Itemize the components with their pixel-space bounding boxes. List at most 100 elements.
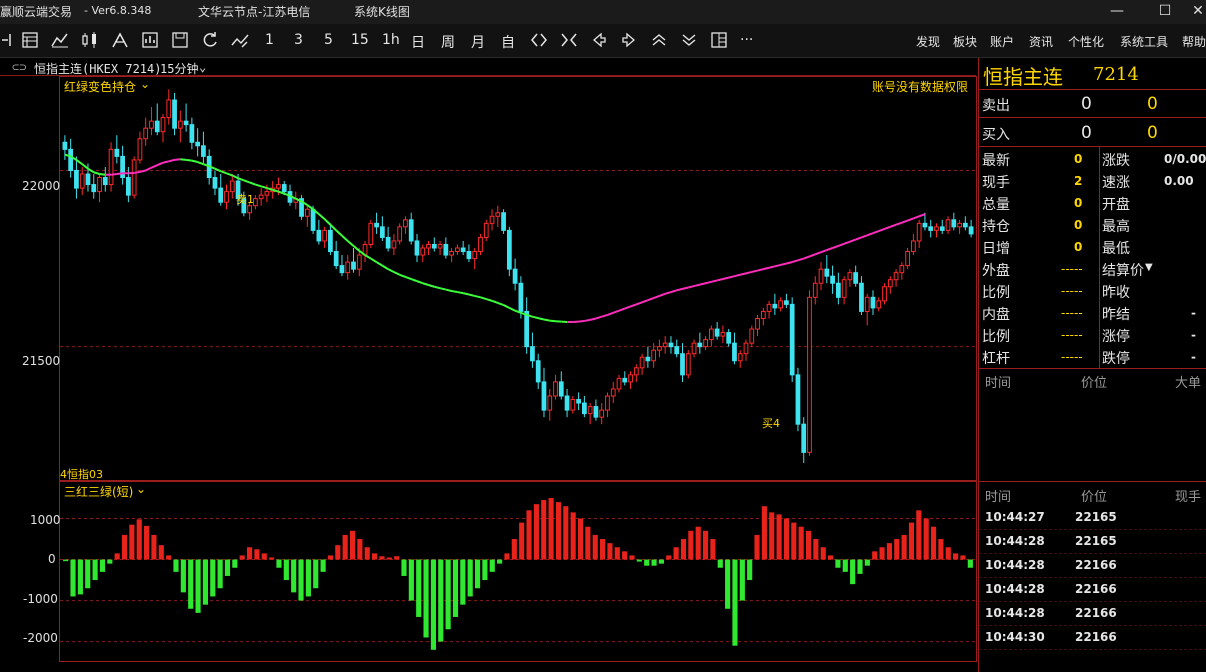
candle-body [108, 148, 114, 186]
histogram-bar [747, 559, 753, 581]
candle-body [339, 265, 345, 274]
menu-personalize[interactable]: 个性化 [1068, 33, 1104, 50]
ma-segment [901, 219, 908, 224]
histogram-bar [474, 559, 481, 589]
sell-volume: 0 [1147, 94, 1158, 114]
candle-body [939, 226, 945, 231]
histogram-bar [121, 534, 128, 560]
ma-segment [410, 278, 418, 283]
candle-body [218, 187, 224, 203]
ma-segment [838, 242, 845, 247]
candle-body [685, 353, 691, 376]
tick-time: 10:44:30 [985, 630, 1045, 644]
candle-body [131, 159, 137, 196]
ma-segment [861, 234, 868, 239]
candle-body [657, 346, 662, 351]
menu-system-tools[interactable]: 系统工具 [1120, 33, 1168, 50]
buy-label: 买入 [982, 127, 1010, 143]
candle-body [807, 296, 812, 453]
buy-signal: 买4 [762, 417, 780, 430]
histogram-bar [658, 559, 664, 564]
ma-segment [878, 228, 885, 233]
candle-body [962, 222, 968, 228]
quote-value: 0/0.00 [1164, 152, 1206, 166]
maximize-button[interactable]: ☐ [1148, 1, 1182, 23]
ma-segment [249, 181, 256, 186]
ticks-header-volume: 现手 [1175, 490, 1202, 505]
menu-help[interactable]: 帮助 [1182, 33, 1206, 50]
candle-body [795, 374, 801, 425]
candle-body [541, 381, 547, 411]
close-button[interactable]: ✕ [1190, 1, 1206, 23]
ma-segment [549, 319, 556, 323]
candle-body [835, 282, 841, 298]
ma-segment [734, 273, 741, 278]
y-tick-label: 0 [48, 552, 56, 566]
candle-body [576, 399, 581, 404]
y-tick-label: 21500 [22, 354, 61, 368]
histogram-bar [805, 530, 812, 560]
quote-label: 涨停 [1102, 329, 1130, 345]
candle-body [945, 219, 951, 231]
candle-body [957, 222, 962, 228]
candle-body [201, 145, 206, 157]
histogram-bar [239, 555, 245, 560]
chart-canvas[interactable] [0, 0, 976, 672]
ma-segment [791, 259, 799, 264]
main-indicator-dropdown-icon[interactable]: ⌄ [140, 77, 150, 91]
sub-indicator-name[interactable]: 三红三绿(短) [64, 483, 133, 500]
ma-segment [329, 224, 337, 232]
ma-segment [918, 213, 926, 218]
ma-segment [434, 285, 441, 290]
candle-body [789, 303, 795, 376]
histogram-bar [364, 547, 370, 560]
ticks-header-price: 价位 [1081, 490, 1108, 505]
candle-body [905, 251, 910, 267]
candle-body [449, 251, 454, 256]
settlement-dropdown-icon[interactable]: ▼ [1145, 262, 1153, 273]
candle-body [478, 236, 483, 253]
histogram-bar [548, 498, 554, 560]
histogram-bar [828, 555, 834, 560]
ma-segment [757, 268, 764, 272]
candle-body [708, 328, 714, 341]
histogram-bar [835, 559, 841, 568]
ma-segment [595, 315, 602, 320]
quote-panel: 恒指主连 7214 卖出 0 0 买入 0 0 最新 0 现手 2 总量 0 持仓 0 日增 0 外… [978, 58, 1206, 672]
quote-label: 杠杆 [982, 351, 1010, 367]
histogram-bar [85, 559, 91, 589]
histogram-bar [379, 556, 385, 560]
ma-segment [913, 215, 920, 220]
menu-news[interactable]: 资讯 [1029, 33, 1053, 50]
candle-body [102, 177, 108, 186]
quote-value: ----- [1061, 350, 1083, 364]
histogram-bar [791, 522, 797, 560]
minimize-button[interactable]: — [1100, 1, 1134, 23]
histogram-bar [901, 534, 907, 560]
histogram-bar [291, 559, 297, 593]
ma-segment [364, 254, 372, 260]
quote-value: ----- [1061, 284, 1083, 298]
menu-account[interactable]: 账户 [990, 33, 1014, 50]
candle-body [818, 268, 824, 284]
candle-body [368, 222, 374, 245]
candle-body [830, 275, 835, 284]
candle-body [252, 198, 258, 207]
quote-value: - [1191, 306, 1196, 320]
histogram-bar [673, 547, 679, 560]
ma-segment [376, 261, 383, 267]
ma-segment [624, 305, 631, 310]
histogram-bar [423, 559, 429, 638]
ma-segment [156, 161, 164, 167]
histogram-bar [497, 559, 503, 564]
histogram-bar [725, 559, 731, 609]
histogram-bar [467, 559, 473, 597]
ma-segment [381, 264, 389, 270]
main-indicator-name[interactable]: 红绿变色持仓 [64, 78, 136, 95]
candle-body [610, 388, 616, 397]
candle-body [460, 247, 466, 253]
sub-indicator-dropdown-icon[interactable]: ⌄ [136, 482, 146, 496]
ticks-header-time: 时间 [985, 490, 1012, 505]
quote-value: ----- [1061, 328, 1083, 342]
tick-time: 10:44:28 [985, 558, 1045, 572]
